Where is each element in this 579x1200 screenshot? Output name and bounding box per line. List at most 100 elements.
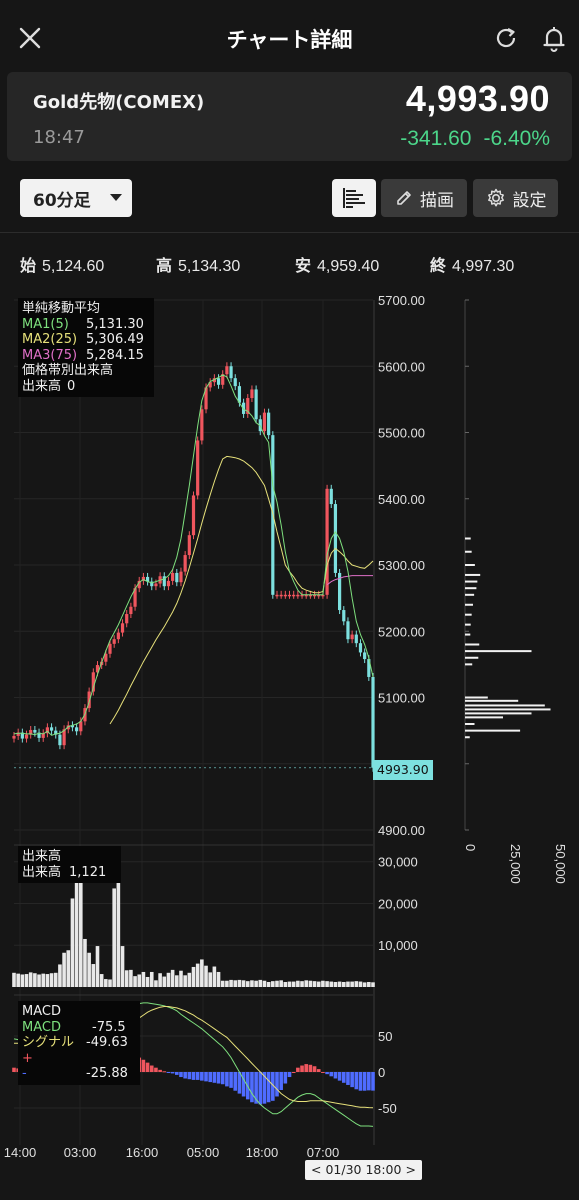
candle-body bbox=[287, 594, 292, 597]
profile-bar bbox=[465, 623, 471, 626]
volume-bar bbox=[354, 981, 359, 987]
quote-time: 18:47 bbox=[33, 127, 85, 148]
volume-label: 出来高 bbox=[22, 864, 62, 880]
volume-bar bbox=[346, 981, 350, 987]
profile-bar bbox=[465, 587, 477, 590]
volume-bar bbox=[291, 981, 296, 987]
macd-histogram-bar bbox=[200, 1072, 204, 1081]
time-tick-label: 14:00 bbox=[4, 1145, 37, 1160]
macd-histogram-bar bbox=[258, 1072, 263, 1105]
macd-tick-label: 0 bbox=[378, 1065, 385, 1080]
profile-bar bbox=[465, 656, 479, 659]
profile-bar bbox=[465, 704, 545, 707]
profile-bar bbox=[465, 696, 488, 699]
candle-body bbox=[175, 572, 179, 583]
settings-button[interactable]: 設定 bbox=[473, 179, 558, 217]
volume-bar bbox=[116, 868, 121, 987]
ma3-label: MA3(75) bbox=[22, 347, 78, 363]
candle-body bbox=[79, 721, 83, 732]
legend-ma2: MA2(25) 5,306.49 bbox=[22, 332, 150, 348]
volume-bar bbox=[308, 980, 313, 987]
volume-bar bbox=[28, 972, 33, 987]
price-tick-label: 5400.00 bbox=[378, 492, 425, 507]
volume-bar bbox=[283, 981, 288, 987]
profile-bar bbox=[465, 550, 472, 553]
dropdown-caret-icon bbox=[110, 194, 122, 201]
candle-body bbox=[229, 366, 233, 379]
draw-button[interactable]: 描画 bbox=[381, 179, 467, 217]
ohlc-close: 終 4,997.30 bbox=[430, 252, 514, 276]
candle-body bbox=[262, 412, 267, 432]
interval-select[interactable]: 60分足 bbox=[20, 179, 132, 217]
macd-histogram-bar bbox=[367, 1072, 371, 1091]
bars-icon bbox=[343, 188, 365, 208]
profile-bar bbox=[465, 699, 519, 702]
macd-histogram-bar bbox=[300, 1065, 304, 1072]
volume-bar bbox=[371, 982, 375, 987]
macd-histogram-bar bbox=[304, 1064, 309, 1072]
candle-body bbox=[24, 734, 29, 739]
volume-bar bbox=[266, 981, 271, 987]
macd-tick-label: -50 bbox=[378, 1101, 397, 1116]
macd-histogram-bar bbox=[325, 1072, 329, 1075]
macd-histogram-bar bbox=[341, 1072, 346, 1083]
volume-bar bbox=[12, 972, 16, 987]
signal-value: -49.63 bbox=[86, 1035, 128, 1050]
volume-bar bbox=[99, 974, 104, 987]
macd-histogram-bar bbox=[241, 1072, 246, 1097]
cursor-time-badge[interactable]: < 01/30 18:00 > bbox=[305, 1160, 422, 1180]
macd-value: -75.5 bbox=[92, 1019, 126, 1035]
volume-bar bbox=[41, 973, 46, 987]
volume-bar bbox=[208, 972, 212, 987]
volume-bar bbox=[104, 979, 108, 987]
volume-bar bbox=[154, 980, 158, 987]
candle-body bbox=[191, 495, 196, 536]
volume-bar bbox=[53, 972, 58, 987]
volume-bar bbox=[187, 972, 192, 987]
ohlc-open: 始 5,124.60 bbox=[20, 252, 104, 276]
volume-bar bbox=[141, 971, 146, 987]
ma2-value: 5,306.49 bbox=[86, 332, 144, 347]
macd-histogram-bar bbox=[329, 1072, 334, 1077]
candle-body bbox=[371, 676, 375, 768]
volume-bar bbox=[337, 981, 342, 987]
candle-body bbox=[187, 535, 191, 556]
volume-bar bbox=[33, 973, 37, 987]
reload-icon[interactable] bbox=[490, 22, 522, 54]
profile-bar bbox=[465, 593, 475, 596]
high-value: 5,134.30 bbox=[178, 258, 241, 275]
open-value: 5,124.60 bbox=[42, 258, 105, 275]
volume-bar bbox=[83, 938, 87, 987]
macd-legend: MACD MACD -75.5 シグナル -49.63 + - -25.88 bbox=[18, 1001, 140, 1085]
ma3-value: 5,284.15 bbox=[86, 347, 144, 363]
macd-legend-signal: シグナル -49.63 bbox=[22, 1035, 136, 1051]
candle-body bbox=[342, 610, 346, 622]
volume-bar bbox=[316, 981, 321, 987]
profile-bar bbox=[465, 650, 532, 653]
hist-value: -25.88 bbox=[86, 1066, 128, 1081]
volume-bar bbox=[258, 979, 263, 987]
candle-body bbox=[283, 594, 287, 597]
candle-body bbox=[333, 504, 338, 573]
ma-legend: 単純移動平均 MA1(5) 5,131.30 MA2(25) 5,306.49 MA… bbox=[18, 298, 154, 397]
candle-body bbox=[183, 555, 187, 572]
price-change: -341.60 -6.40% bbox=[400, 127, 550, 151]
macd-histogram-bar bbox=[266, 1072, 271, 1103]
macd-legend-title: MACD bbox=[22, 1004, 61, 1019]
bell-icon[interactable] bbox=[538, 22, 570, 54]
volume-bar bbox=[183, 975, 187, 987]
price-tick-label: 5200.00 bbox=[378, 624, 425, 639]
volume-bar bbox=[108, 979, 112, 987]
price-profile-toggle-button[interactable] bbox=[332, 179, 376, 217]
ohlc-low: 安 4,959.40 bbox=[295, 252, 379, 276]
time-tick-label: 07:00 bbox=[307, 1145, 340, 1160]
volume-tick-label: 30,000 bbox=[378, 855, 418, 870]
divider bbox=[0, 232, 579, 233]
volume-bar bbox=[170, 969, 175, 987]
settings-label: 設定 bbox=[512, 190, 547, 211]
macd-histogram-bar bbox=[354, 1072, 359, 1090]
macd-histogram-bar bbox=[237, 1072, 242, 1094]
volume-bar bbox=[70, 898, 75, 987]
volume-bar bbox=[362, 982, 367, 987]
volume-bar bbox=[112, 888, 116, 987]
